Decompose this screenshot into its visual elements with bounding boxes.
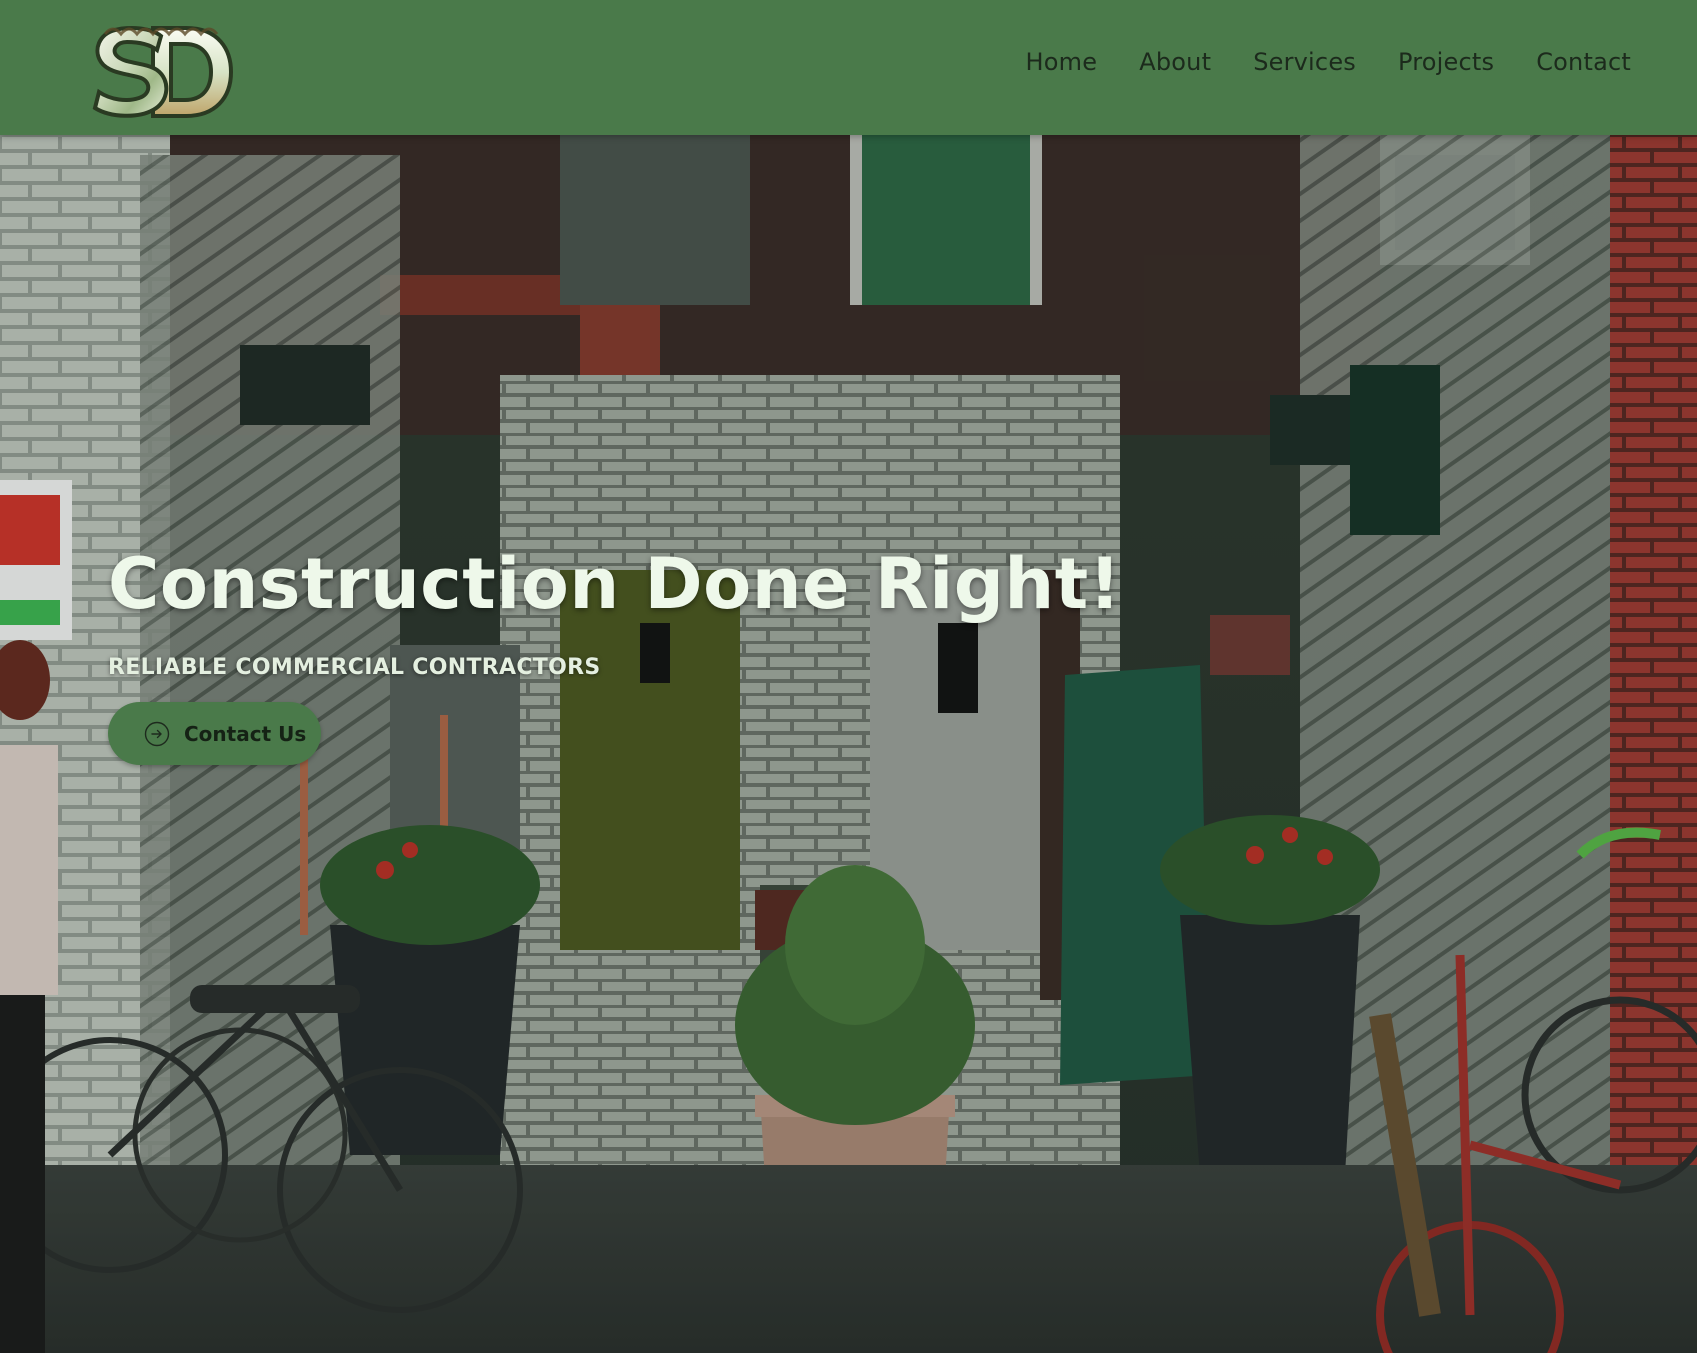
main-nav: Home About Services Projects Contact (984, 48, 1631, 76)
nav-services[interactable]: Services (1253, 48, 1356, 76)
nav-home[interactable]: Home (1026, 48, 1098, 76)
hero-subtitle: RELIABLE COMMERCIAL CONTRACTORS (108, 655, 601, 680)
arrow-right-circle-icon (144, 721, 170, 747)
contact-us-button[interactable]: Contact Us (108, 702, 321, 765)
nav-projects[interactable]: Projects (1398, 48, 1494, 76)
hero-section: Construction Done Right! RELIABLE COMMER… (0, 135, 1697, 1353)
hero-title: Construction Done Right! (108, 543, 1122, 625)
site-header: Home About Services Projects Contact (0, 0, 1697, 135)
nav-about[interactable]: About (1139, 48, 1211, 76)
nav-contact[interactable]: Contact (1536, 48, 1631, 76)
sd-logo-icon (92, 26, 234, 118)
contact-us-label: Contact Us (184, 721, 307, 746)
site-logo[interactable] (91, 20, 237, 120)
